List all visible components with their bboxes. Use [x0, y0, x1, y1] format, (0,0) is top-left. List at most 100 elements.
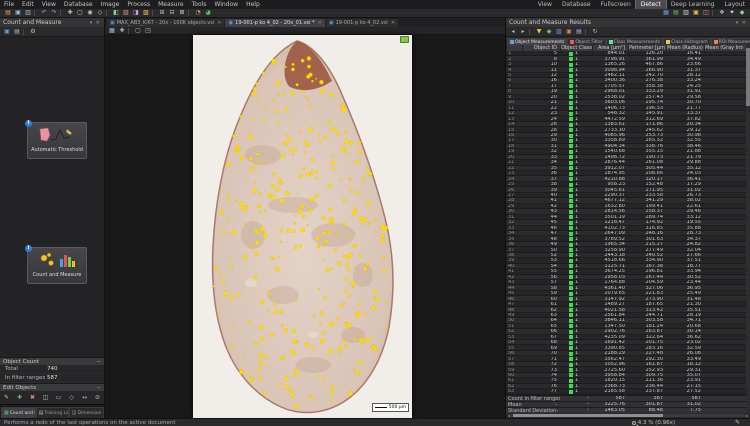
toolbar-icon[interactable]: ▥ [681, 9, 691, 17]
menu-item[interactable]: View [38, 1, 60, 8]
pen-tool-icon[interactable]: ✎ [735, 419, 740, 426]
close-icon[interactable]: ✕ [318, 20, 322, 26]
menu-item[interactable]: Tools [188, 1, 211, 8]
toolbar-icon[interactable]: ◆ [737, 9, 747, 17]
toolbar-icon[interactable] [152, 10, 156, 16]
results-tab[interactable]: Object Filter [567, 38, 605, 45]
toolbar-icon[interactable] [712, 10, 716, 16]
results-toolbar-icon[interactable]: ↻ [590, 28, 600, 36]
close-icon[interactable]: ✕ [391, 20, 395, 26]
toolbar-icon[interactable] [213, 9, 661, 17]
layout-button[interactable]: Detect [636, 0, 666, 9]
left-toolbar-icon[interactable] [23, 29, 27, 35]
menu-item[interactable]: Edit [18, 1, 38, 8]
edit-objects-header[interactable]: Edit Objects − [0, 383, 104, 391]
annotation-badge-icon[interactable] [400, 36, 409, 43]
results-tab[interactable]: Class Histogram [663, 38, 711, 45]
canvas-toolbar-icon[interactable] [128, 28, 132, 34]
toolbar-icon[interactable]: ◔ [193, 9, 203, 17]
count-and-measure-button[interactable]: i Count and Measure [27, 247, 87, 284]
results-toolbar-icon[interactable]: ▧ [554, 28, 564, 36]
menu-item[interactable]: Measure [154, 1, 188, 8]
left-bottom-tab[interactable]: ◫ Dimension Sel... [69, 407, 104, 418]
info-icon[interactable]: i [25, 245, 32, 252]
layout-button[interactable]: Database [557, 0, 596, 9]
layout-button[interactable]: Layout [720, 0, 750, 9]
table-row[interactable]: 63 77 1 2165.58 237.87 27.52 [506, 389, 750, 394]
document-tab[interactable]: ▣ 19-001-p ko 4_02 - 20x_01.vsi * ✕ [225, 19, 324, 27]
object-count-header[interactable]: Object Count − [0, 357, 104, 365]
menu-item[interactable]: Database [60, 1, 97, 8]
menu-item[interactable]: Window [210, 1, 242, 8]
toolbar-icon[interactable]: ▤ [671, 9, 681, 17]
document-tab[interactable]: ▣ MAX_AB3_Ki67 - 20x - 100K objects.vsi … [107, 19, 224, 27]
canvas-toolbar-icon[interactable]: ▢ [133, 27, 143, 35]
scroll-thumb[interactable] [746, 48, 750, 106]
left-toolbar-icon[interactable]: ⚙ [28, 28, 38, 36]
toolbar-icon[interactable] [106, 10, 110, 16]
toolbar-icon[interactable]: ▤ [3, 9, 13, 17]
toolbar-icon[interactable]: ▦ [661, 9, 671, 17]
left-bottom-tab[interactable]: ▤ Training Labels [36, 407, 69, 418]
left-toolbar-icon[interactable]: ▤ [12, 28, 22, 36]
layout-button[interactable]: View [533, 0, 557, 9]
toolbar-icon[interactable] [188, 10, 192, 16]
layout-button[interactable]: Deep Learning [666, 0, 720, 9]
results-tab[interactable]: ROI Measurements [711, 38, 750, 45]
menu-item[interactable]: File [0, 1, 18, 8]
left-bottom-tab[interactable]: ▦ Count and Me... [1, 407, 36, 418]
edit-tool-icon[interactable]: ✖ [28, 394, 38, 402]
image-canvas[interactable]: 500 µm [105, 35, 505, 418]
toolbar-icon[interactable]: ◉ [85, 9, 95, 17]
toolbar-icon[interactable]: ◫ [701, 9, 711, 17]
toolbar-icon[interactable]: ▧ [121, 9, 131, 17]
results-panel-controls[interactable]: ▾ ✕ [736, 20, 747, 26]
edit-tool-icon[interactable]: ▭ [54, 394, 64, 402]
info-icon[interactable]: i [25, 120, 32, 127]
edit-tool-icon[interactable]: ⊘ [93, 394, 103, 402]
collapse-icon[interactable]: − [96, 359, 101, 365]
toolbar-icon[interactable]: ✚ [65, 9, 75, 17]
edit-tool-icon[interactable]: ◇ [67, 394, 77, 402]
toolbar-icon[interactable]: ⊟ [167, 9, 177, 17]
vertical-scrollbar[interactable] [746, 45, 750, 413]
toolbar-icon[interactable]: ❖ [717, 9, 727, 17]
menu-item[interactable]: Help [242, 1, 264, 8]
toolbar-icon[interactable]: ◧ [111, 9, 121, 17]
toolbar-icon[interactable]: ◕ [203, 9, 213, 17]
document-tab[interactable]: ▣ 19-001-p ko 4_02.vsi ✕ [326, 19, 398, 27]
toolbar-icon[interactable]: ▢ [75, 9, 85, 17]
scroll-track[interactable] [511, 414, 745, 417]
toolbar-icon[interactable]: ▣ [13, 9, 23, 17]
toolbar-icon[interactable]: ▣ [691, 9, 701, 17]
toolbar-icon[interactable]: ▥ [23, 9, 33, 17]
results-tab[interactable]: Object Measurements [507, 38, 567, 45]
menu-item[interactable]: Image [97, 1, 124, 8]
results-toolbar-icon[interactable]: ▤ [574, 28, 584, 36]
edit-tool-icon[interactable]: ✎ [2, 394, 12, 402]
toolbar-icon[interactable]: ⊞ [157, 9, 167, 17]
toolbar-icon[interactable]: ◇ [95, 9, 105, 17]
results-toolbar-icon[interactable]: ▣ [564, 28, 574, 36]
zoom-control[interactable]: 4.3 % (0.96x) [632, 420, 675, 426]
left-panel-controls[interactable]: ▾ ✕ [90, 20, 101, 26]
results-toolbar-icon[interactable] [585, 29, 589, 35]
toolbar-icon[interactable]: ▨ [141, 9, 151, 17]
slide-image[interactable]: 500 µm [193, 35, 412, 418]
toolbar-icon[interactable] [60, 10, 64, 16]
results-toolbar-icon[interactable]: ▼ [534, 28, 544, 36]
layout-button[interactable]: Fullscreen [596, 0, 636, 9]
collapse-icon[interactable]: − [96, 385, 101, 391]
toolbar-icon[interactable]: ↶ [39, 9, 49, 17]
toolbar-icon[interactable] [34, 10, 38, 16]
results-tab[interactable]: Class Measurements [606, 38, 664, 45]
canvas-toolbar-icon[interactable]: ◳ [143, 27, 153, 35]
menu-item[interactable]: Process [123, 1, 154, 8]
left-toolbar-icon[interactable]: ▣ [2, 28, 12, 36]
edit-tool-icon[interactable]: ↔ [80, 394, 90, 402]
toolbar-icon[interactable]: ↷ [49, 9, 59, 17]
results-toolbar-icon[interactable]: ◂ [508, 28, 518, 36]
results-toolbar-icon[interactable]: ◆ [544, 28, 554, 36]
edit-tool-icon[interactable]: ◫ [41, 394, 51, 402]
close-icon[interactable]: ✕ [217, 20, 221, 26]
